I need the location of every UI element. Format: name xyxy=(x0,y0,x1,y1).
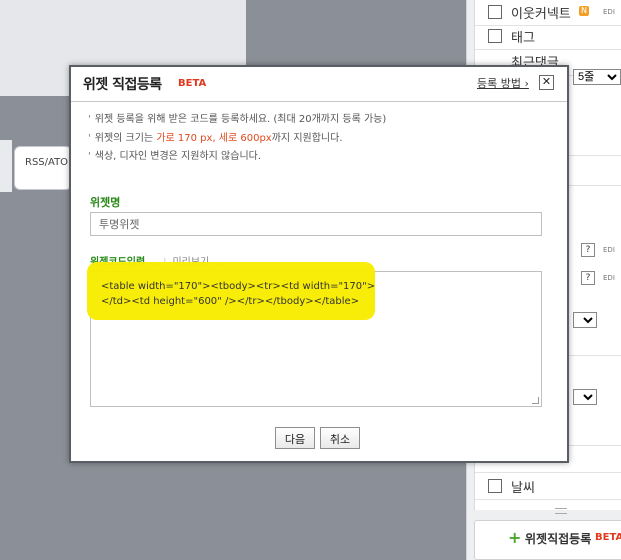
widget-row-tag: 태그 xyxy=(475,24,621,50)
edit-link[interactable]: EDI xyxy=(603,246,615,254)
widget-register-dialog: 위젯 직접등록 BETA 등록 방법 › ✕ ' 위젯 등록을 위해 받은 코드를… xyxy=(69,65,569,463)
instructions: ' 위젯 등록을 위해 받은 코드를 등록하세요. (최대 20개까지 등록 가능… xyxy=(88,111,386,167)
plus-icon: + xyxy=(508,528,522,547)
resize-grip-icon[interactable] xyxy=(555,508,567,514)
note-text: 색상, 디자인 변경은 지원하지 않습니다. xyxy=(94,151,262,162)
widget-option-select[interactable] xyxy=(573,312,597,328)
beta-badge: BETA xyxy=(178,78,207,89)
note-line: ' 색상, 디자인 변경은 지원하지 않습니다. xyxy=(88,151,262,162)
edit-link[interactable]: EDI xyxy=(603,274,615,282)
help-icon[interactable]: ? xyxy=(581,243,595,257)
rss-atom-widget[interactable]: RSS/ATOM xyxy=(14,146,72,190)
beta-badge: BETA xyxy=(595,532,621,543)
left-panel-edge xyxy=(0,140,12,192)
registration-help-link[interactable]: 등록 방법 › xyxy=(477,75,529,91)
size-highlight: 가로 170 px, 세로 600px xyxy=(156,132,272,144)
cancel-button[interactable]: 취소 xyxy=(320,427,360,449)
next-button[interactable]: 다음 xyxy=(275,427,315,449)
widget-label: 날씨 xyxy=(511,481,535,496)
divider xyxy=(71,101,567,102)
widget-row-weather: 날씨 xyxy=(475,474,621,500)
note-line: ' 위젯 등록을 위해 받은 코드를 등록하세요. (최대 20개까지 등록 가능… xyxy=(88,114,387,125)
widget-label: 태그 xyxy=(511,31,535,46)
widget-option-select[interactable] xyxy=(573,389,597,405)
widget-label: 이웃커넥트 xyxy=(511,7,571,22)
help-label: 등록 방법 xyxy=(477,77,521,90)
note-text: 위젯 등록을 위해 받은 코드를 등록하세요. (최대 20개까지 등록 가능) xyxy=(94,114,387,125)
edit-link[interactable]: EDI xyxy=(603,8,615,16)
widget-checkbox[interactable] xyxy=(488,5,502,19)
rss-atom-label: RSS/ATOM xyxy=(25,157,72,168)
add-widget-button[interactable]: + 위젯직접등록 BETA xyxy=(474,520,621,560)
widget-checkbox[interactable] xyxy=(488,479,502,493)
widget-code-text: <table width="170"><tbody><tr><td width=… xyxy=(101,281,376,307)
note-text: 까지 지원합니다. xyxy=(271,132,343,144)
new-badge: N xyxy=(579,6,589,16)
note-text: 위젯의 크기는 xyxy=(94,132,154,144)
row-count-select[interactable]: 5줄 xyxy=(573,69,621,85)
widget-code-textarea[interactable]: <table width="170"><tbody><tr><td width=… xyxy=(87,262,542,407)
dialog-title: 위젯 직접등록 xyxy=(83,77,162,93)
widget-checkbox[interactable] xyxy=(488,29,502,43)
note-line: ' 위젯의 크기는 가로 170 px, 세로 600px까지 지원합니다. xyxy=(88,132,343,144)
help-icon[interactable]: ? xyxy=(581,271,595,285)
resize-handle-icon[interactable] xyxy=(532,397,539,404)
widget-name-label: 위젯명 xyxy=(90,196,121,209)
widget-name-input[interactable] xyxy=(90,212,542,236)
widget-row-neighbor-connect: 이웃커넥트 N EDI xyxy=(475,0,621,26)
close-icon[interactable]: ✕ xyxy=(539,75,554,90)
add-widget-label: 위젯직접등록 xyxy=(525,532,592,546)
